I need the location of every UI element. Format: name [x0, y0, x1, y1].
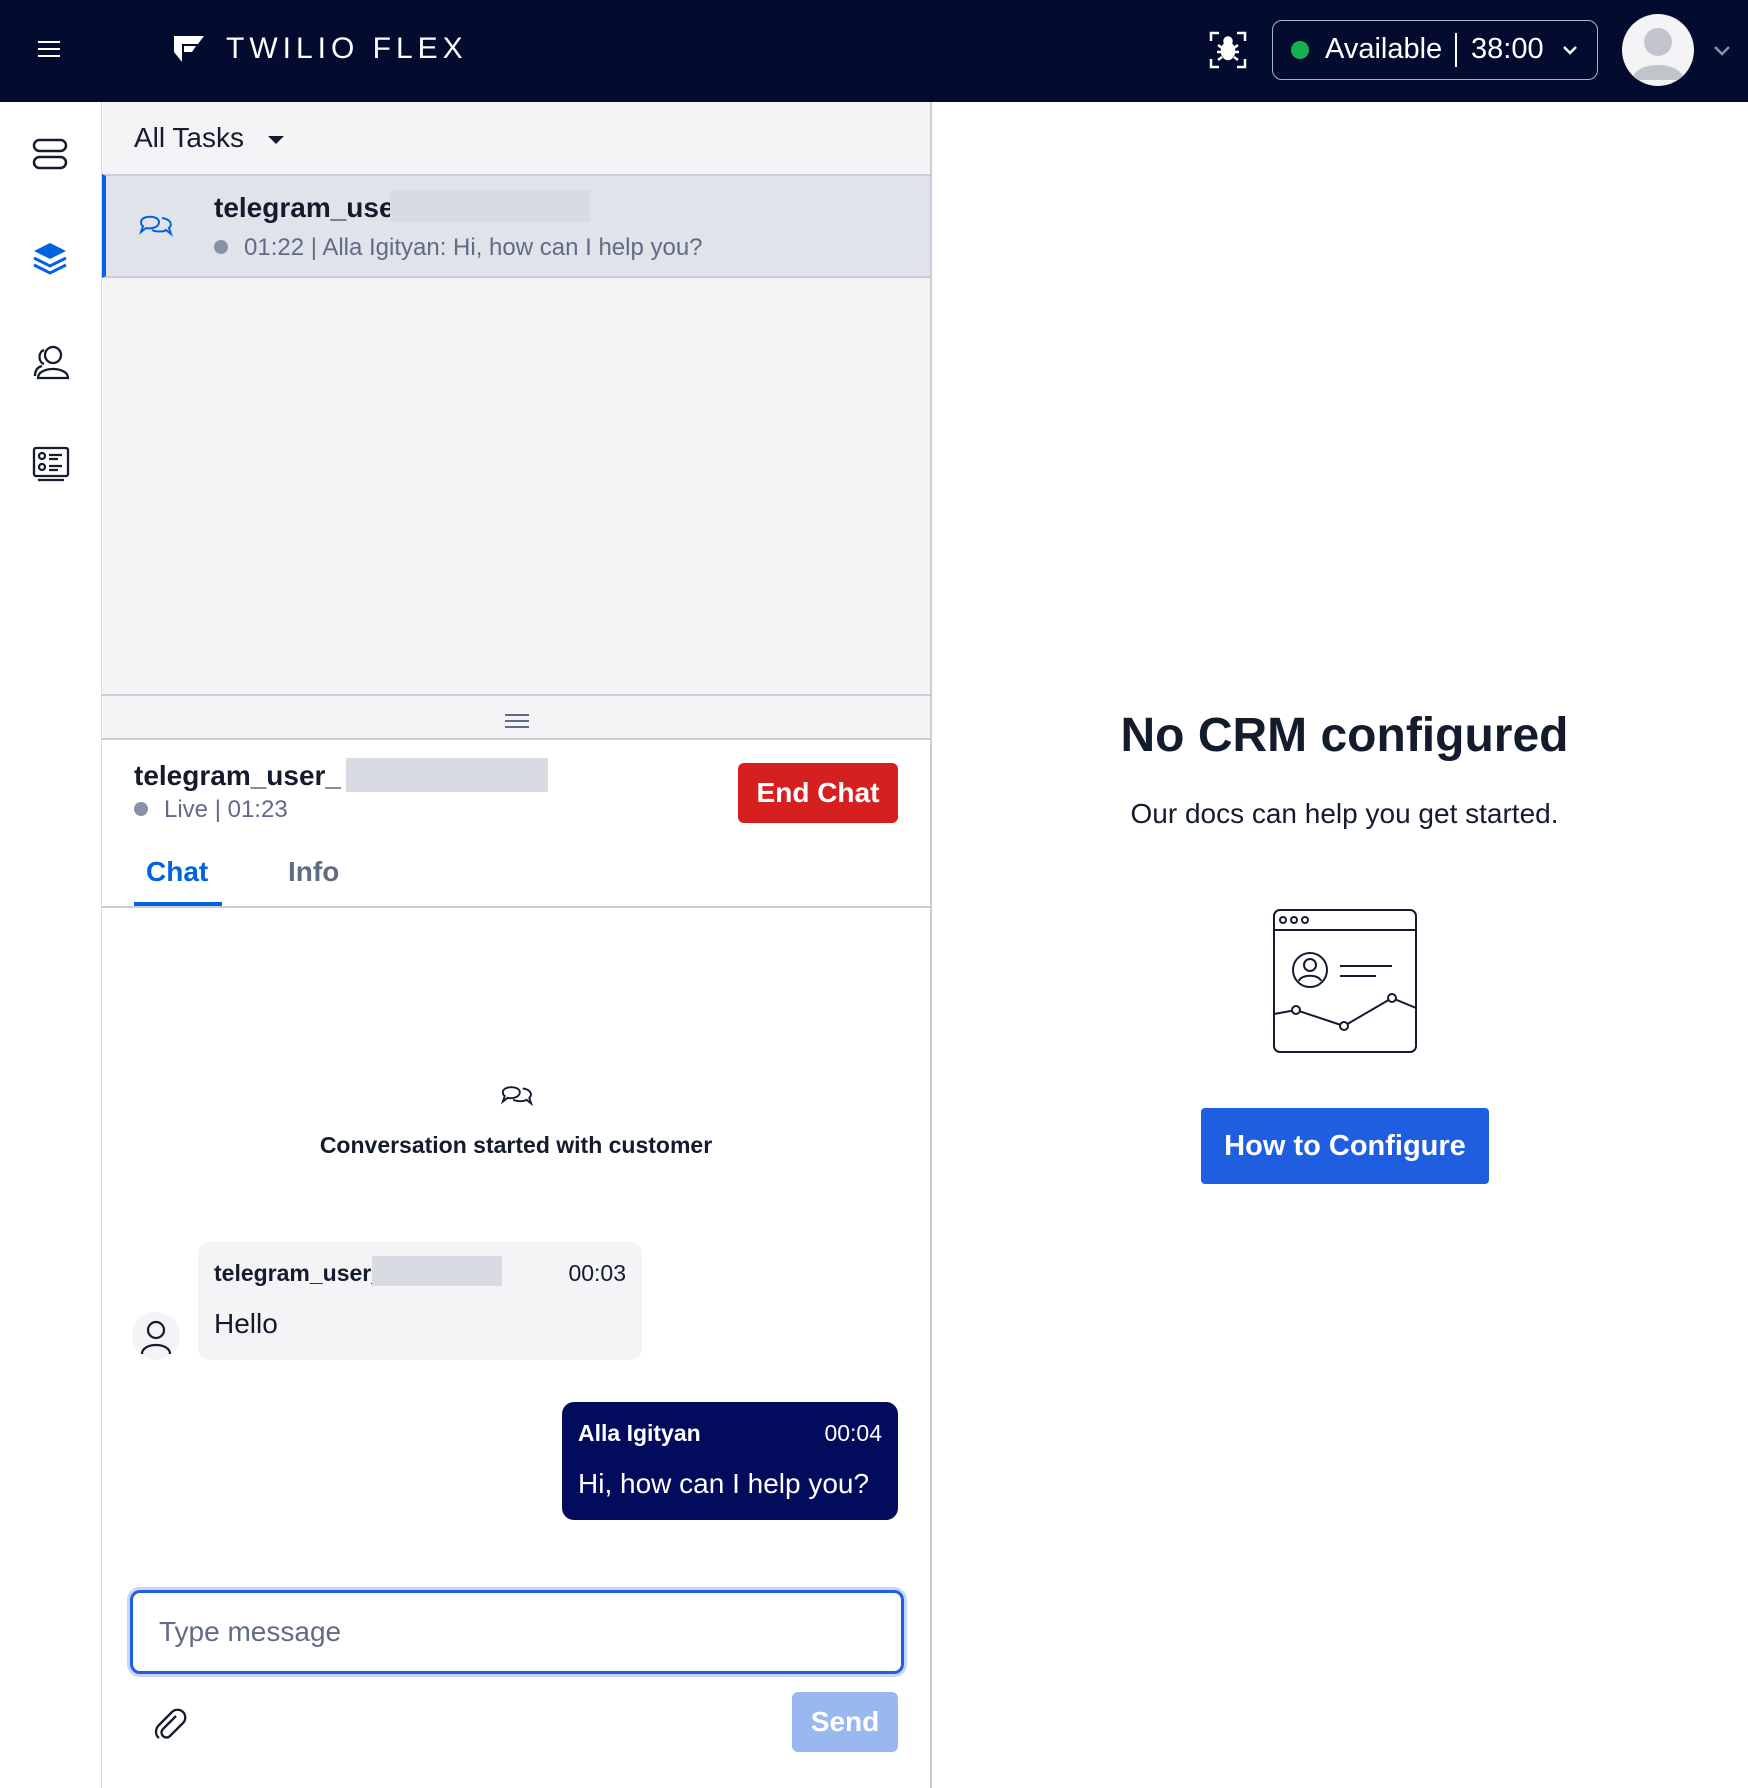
chat-elapsed: 01:23 — [227, 796, 288, 823]
status-timer: 38:00 — [1471, 33, 1544, 65]
message-body: Hi, how can I help you? — [578, 1468, 870, 1499]
crm-subtitle: Our docs can help you get started. — [1130, 798, 1559, 829]
end-chat-button[interactable]: End Chat — [738, 763, 898, 823]
status-dot — [134, 802, 148, 816]
tab-chat[interactable]: Chat — [146, 856, 208, 888]
message-bubble-outbound: Alla Igityan 00:04 Hi, how can I help yo… — [562, 1402, 898, 1520]
availability-dropdown[interactable]: Available 38:00 — [1272, 20, 1598, 80]
chat-tabs: Chat Info — [102, 850, 930, 908]
conversation-started-notice: Conversation started with customer — [319, 1132, 713, 1158]
chat-status-label: Live — [164, 796, 209, 823]
separator: | — [304, 234, 323, 261]
task-list-panel: All Tasks telegram_user_ 01:22 | Alla Ig… — [102, 102, 932, 694]
chat-bubbles-icon — [500, 1080, 534, 1110]
customer-avatar-icon — [132, 1312, 180, 1360]
flex-logo-icon — [172, 34, 206, 64]
chat-customer-name: telegram_user_ — [134, 760, 342, 791]
user-avatar[interactable] — [1622, 14, 1694, 86]
task-preview: Alla Igityan: Hi, how can I help you? — [322, 234, 703, 261]
chat-panel: telegram_user_ Live | 01:23 End Chat Cha… — [102, 740, 932, 1788]
how-to-configure-button[interactable]: How to Configure — [1201, 1108, 1489, 1184]
list-icon[interactable] — [32, 446, 70, 482]
message-body: Hello — [214, 1308, 278, 1339]
separator: | — [208, 796, 228, 823]
layers-icon[interactable] — [32, 240, 68, 276]
task-subtitle: 01:22 | Alla Igityan: Hi, how can I help… — [214, 234, 703, 262]
users-icon[interactable] — [32, 344, 70, 380]
chevron-down-icon — [1561, 43, 1579, 57]
message-author: telegram_user_ — [214, 1260, 385, 1286]
active-tab-indicator — [134, 902, 222, 906]
chat-bubbles-icon — [138, 210, 174, 240]
message-bubble-inbound: telegram_user_ 00:03 Hello — [198, 1242, 642, 1360]
crm-title: No CRM configured — [1120, 709, 1569, 762]
side-nav — [0, 102, 102, 1788]
chat-status: Live | 01:23 — [134, 796, 288, 824]
message-input[interactable] — [130, 1590, 904, 1674]
status-dot — [214, 240, 228, 254]
redacted-block — [346, 758, 548, 792]
drag-handle-icon[interactable] — [505, 714, 529, 732]
crm-panel: No CRM configured Our docs can help you … — [932, 102, 1748, 1788]
menu-icon[interactable] — [38, 38, 62, 60]
redacted-block — [390, 190, 590, 222]
panel-splitter[interactable] — [102, 694, 932, 740]
top-bar: TWILIO FLEX Available 38:00 — [0, 0, 1748, 102]
redacted-block — [372, 1256, 502, 1286]
caret-down-icon[interactable] — [268, 136, 284, 144]
crm-browser-illustration-icon — [1272, 908, 1418, 1054]
status-dot — [1291, 41, 1309, 59]
chevron-down-icon[interactable] — [1712, 44, 1732, 58]
task-elapsed: 01:22 — [244, 234, 305, 261]
message-time: 00:04 — [824, 1420, 882, 1446]
debug-icon[interactable] — [1208, 30, 1248, 70]
server-icon[interactable] — [32, 138, 68, 170]
send-button[interactable]: Send — [792, 1692, 898, 1752]
task-filter-dropdown[interactable]: All Tasks — [134, 122, 244, 154]
paperclip-icon[interactable] — [152, 1706, 188, 1742]
status-divider — [1455, 33, 1457, 67]
status-label: Available — [1325, 33, 1443, 65]
tab-info[interactable]: Info — [288, 856, 339, 888]
task-card[interactable]: telegram_user_ 01:22 | Alla Igityan: Hi,… — [102, 174, 930, 278]
message-time: 00:03 — [568, 1260, 626, 1286]
message-author: Alla Igityan — [578, 1420, 701, 1446]
brand-name: TWILIO FLEX — [226, 32, 468, 65]
